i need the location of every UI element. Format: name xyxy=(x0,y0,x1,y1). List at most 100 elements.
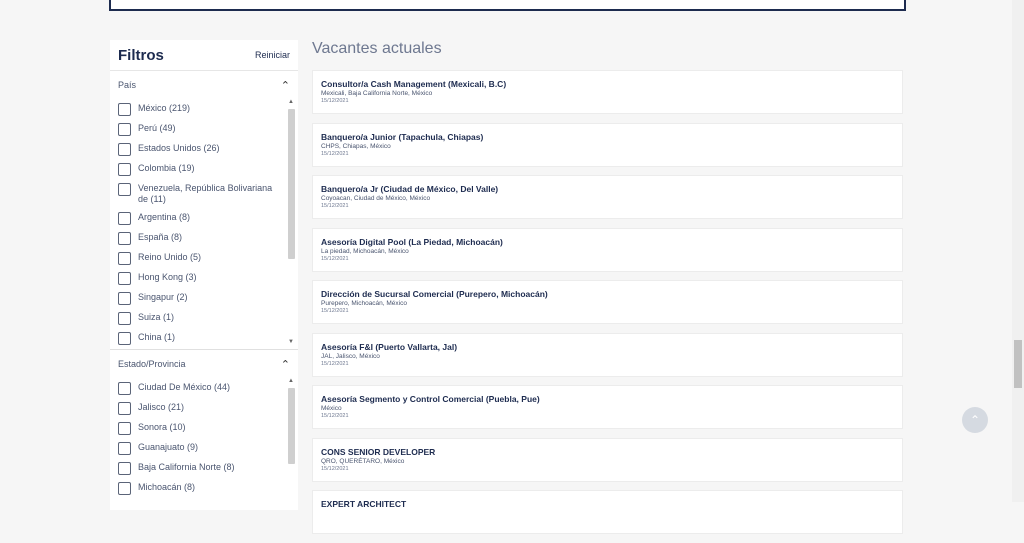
filter-option[interactable]: Venezuela, República Bolivariana de (11) xyxy=(110,179,284,208)
filter-checkbox[interactable] xyxy=(118,123,131,136)
job-location: Coyoacan, Ciudad de México, México xyxy=(321,195,431,202)
job-date: 15/12/2021 xyxy=(321,360,349,367)
filter-option[interactable]: Ciudad De México (44) xyxy=(110,378,284,398)
filter-option[interactable]: Perú (49) xyxy=(110,119,284,139)
scroll-thumb[interactable] xyxy=(288,388,295,464)
job-card[interactable]: Consultor/a Cash Management (Mexicali, B… xyxy=(312,70,903,114)
filter-option-label: Sonora (10) xyxy=(138,422,186,432)
filter-option-label: Venezuela, República Bolivariana de (11) xyxy=(138,183,273,204)
job-date: 15/12/2021 xyxy=(321,98,349,104)
job-card[interactable]: EXPERT ARCHITECT xyxy=(312,490,903,534)
job-card[interactable]: Dirección de Sucursal Comercial (Pureper… xyxy=(312,280,903,324)
filter-checkbox[interactable] xyxy=(118,402,131,415)
state-section-header[interactable]: Estado/Provincia ⌃ xyxy=(110,350,298,378)
filter-option-label: Colombia (19) xyxy=(138,163,195,173)
filter-option[interactable]: España (8) xyxy=(110,228,284,248)
job-card[interactable]: Banquero/a Jr (Ciudad de México, Del Val… xyxy=(312,175,903,219)
job-location: Mexicali, Baja California Norte, México xyxy=(321,90,433,97)
country-list-scrollbar[interactable]: ▲ ▼ xyxy=(287,99,296,345)
scroll-down-arrow-icon[interactable]: ▼ xyxy=(288,339,294,345)
back-to-top-button[interactable]: ⌃ xyxy=(962,407,988,433)
filter-checkbox[interactable] xyxy=(118,163,131,176)
filter-option[interactable]: Baja California Norte (8) xyxy=(110,458,284,478)
filter-option[interactable]: Colombia (19) xyxy=(110,159,284,179)
filter-checkbox[interactable] xyxy=(118,272,131,285)
filter-option[interactable]: Suiza (1) xyxy=(110,308,284,328)
state-options-list[interactable]: Ciudad De México (44) Jalisco (21) Sonora … xyxy=(110,378,298,518)
filter-option[interactable]: China (1) xyxy=(110,328,284,345)
job-title-link[interactable]: Asesoría Segmento y Control Comercial (P… xyxy=(321,394,894,405)
job-card[interactable]: Asesoría F&I (Puerto Vallarta, Jal) JAL, … xyxy=(312,332,903,377)
state-list-scrollbar[interactable]: ▲ xyxy=(287,378,296,518)
filter-checkbox[interactable] xyxy=(118,103,131,116)
filter-checkbox[interactable] xyxy=(118,252,131,265)
country-section-header[interactable]: País ⌃ xyxy=(110,71,298,99)
filter-option-label: Argentina (8) xyxy=(138,212,191,222)
job-card[interactable]: CONS SENIOR DEVELOPER QRO, QUERÉTARO, Méx… xyxy=(312,437,903,482)
job-date: 15/12/2021 xyxy=(321,308,349,314)
job-title-link[interactable]: Consultor/a Cash Management (Mexicali, B… xyxy=(321,79,894,90)
filter-checkbox[interactable] xyxy=(118,332,131,345)
filter-option-label: Perú (49) xyxy=(138,123,176,133)
filter-checkbox[interactable] xyxy=(118,382,131,395)
filter-option[interactable]: Reino Unido (5) xyxy=(110,248,284,268)
filter-checkbox[interactable] xyxy=(118,232,131,245)
search-panel-box xyxy=(109,0,906,11)
reset-filters-button[interactable]: Reiniciar xyxy=(255,50,290,60)
scroll-thumb[interactable] xyxy=(288,109,295,259)
filter-option[interactable]: Argentina (8) xyxy=(110,208,284,228)
job-date: 15/12/2021 xyxy=(321,465,349,472)
filter-option[interactable]: Hong Kong (3) xyxy=(110,268,284,288)
filter-option-label: Ciudad De México (44) xyxy=(138,382,231,392)
job-title-link[interactable]: Dirección de Sucursal Comercial (Pureper… xyxy=(321,289,894,300)
job-date: 15/12/2021 xyxy=(321,203,349,209)
page-scrollbar[interactable] xyxy=(1012,0,1024,502)
filter-option[interactable]: Singapur (2) xyxy=(110,288,284,308)
filter-checkbox[interactable] xyxy=(118,482,131,495)
filters-title: Filtros xyxy=(118,46,164,64)
page-scroll-thumb[interactable] xyxy=(1014,340,1022,388)
filter-checkbox[interactable] xyxy=(118,292,131,305)
filter-option[interactable]: Jalisco (21) xyxy=(110,398,284,418)
filter-option[interactable]: Michoacán (8) xyxy=(110,478,284,498)
chevron-up-icon[interactable]: ⌃ xyxy=(281,79,290,92)
filter-option[interactable]: Estados Unidos (26) xyxy=(110,139,284,159)
filter-option-label: Baja California Norte (8) xyxy=(138,462,235,472)
job-date: 15/12/2021 xyxy=(321,150,349,157)
job-location: CHPS, Chiapas, México xyxy=(321,142,391,150)
filter-option[interactable]: Guanajuato (9) xyxy=(110,438,284,458)
job-title-link[interactable]: Asesoría F&I (Puerto Vallarta, Jal) xyxy=(321,342,894,353)
filter-option-label: Reino Unido (5) xyxy=(138,252,202,262)
job-card[interactable]: Asesoría Segmento y Control Comercial (P… xyxy=(312,385,903,429)
job-title-link[interactable]: Banquero/a Jr (Ciudad de México, Del Val… xyxy=(321,184,894,195)
filter-checkbox[interactable] xyxy=(118,422,131,435)
country-options-list[interactable]: México (219) Perú (49) Estados Unidos (26)… xyxy=(110,99,298,345)
job-title-link[interactable]: CONS SENIOR DEVELOPER xyxy=(321,447,894,458)
chevron-up-icon: ⌃ xyxy=(969,413,981,427)
filter-option-label: España (8) xyxy=(138,232,183,242)
job-listings: Vacantes actuales Consultor/a Cash Manag… xyxy=(312,38,903,543)
job-title-link[interactable]: EXPERT ARCHITECT xyxy=(321,499,894,510)
job-card[interactable]: Banquero/a Junior (Tapachula, Chiapas) CH… xyxy=(312,122,903,167)
filter-option-label: Michoacán (8) xyxy=(138,482,196,492)
filter-checkbox[interactable] xyxy=(118,212,131,225)
job-location: México xyxy=(321,405,342,412)
filter-checkbox[interactable] xyxy=(118,312,131,325)
jobs-section-title: Vacantes actuales xyxy=(312,40,442,57)
filter-checkbox[interactable] xyxy=(118,183,131,196)
filter-option[interactable]: Sonora (10) xyxy=(110,418,284,438)
filters-panel: Filtros Reiniciar País ⌃ México (219) Per… xyxy=(110,40,298,510)
filter-option-label: Hong Kong (3) xyxy=(138,272,197,282)
job-title-link[interactable]: Asesoría Digital Pool (La Piedad, Michoa… xyxy=(321,237,894,248)
job-card[interactable]: Asesoría Digital Pool (La Piedad, Michoa… xyxy=(312,227,903,272)
filter-option[interactable]: México (219) xyxy=(110,99,284,119)
filter-checkbox[interactable] xyxy=(118,442,131,455)
filter-option-label: Estados Unidos (26) xyxy=(138,143,220,153)
scroll-up-arrow-icon[interactable]: ▲ xyxy=(288,99,294,105)
job-title-link[interactable]: Banquero/a Junior (Tapachula, Chiapas) xyxy=(321,132,894,143)
filter-checkbox[interactable] xyxy=(118,462,131,475)
chevron-up-icon[interactable]: ⌃ xyxy=(281,358,290,371)
filter-checkbox[interactable] xyxy=(118,143,131,156)
scroll-up-arrow-icon[interactable]: ▲ xyxy=(288,378,294,384)
filters-header: Filtros Reiniciar xyxy=(110,40,298,71)
